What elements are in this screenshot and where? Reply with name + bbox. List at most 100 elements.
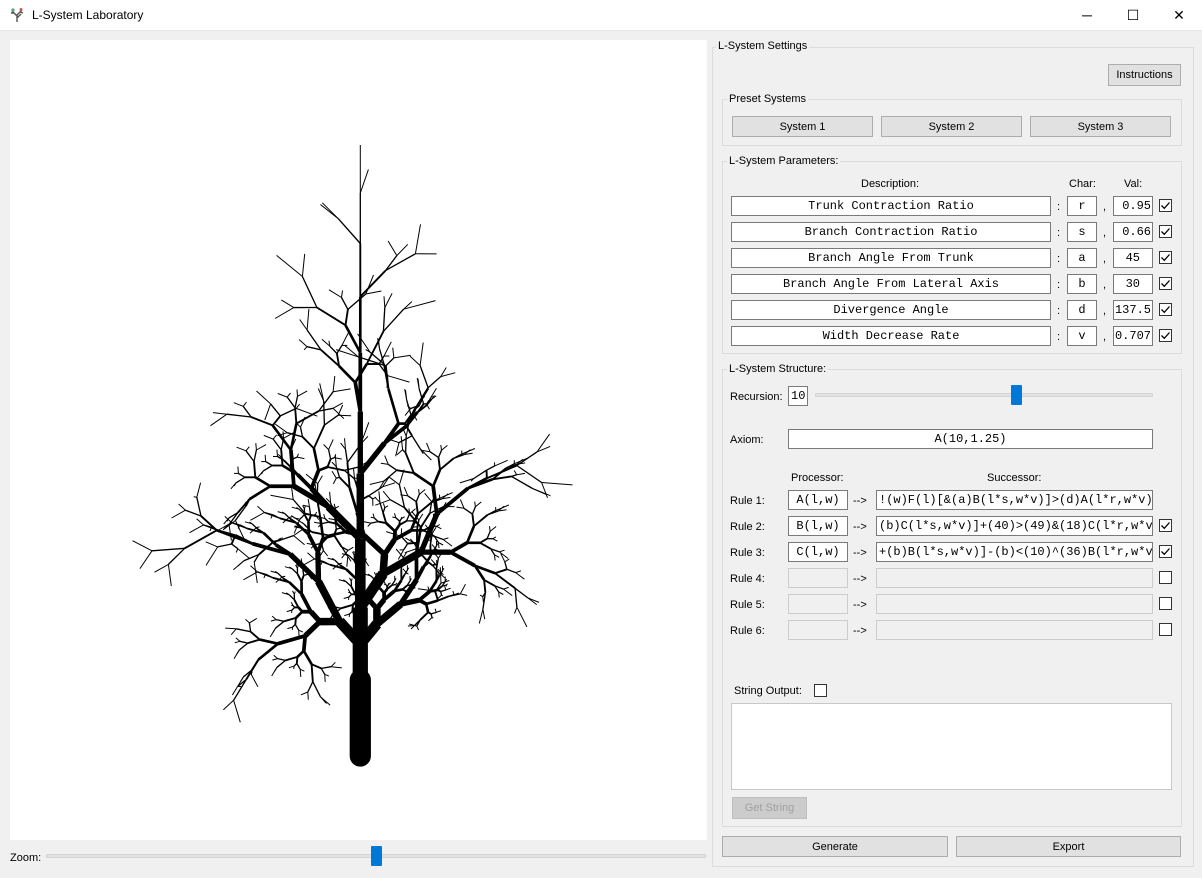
generate-button[interactable]: Generate xyxy=(722,836,948,857)
tree-branch-segment xyxy=(315,552,322,582)
rule-checkbox[interactable] xyxy=(1159,519,1172,532)
tree-branch-segment xyxy=(427,561,434,567)
system-2-button[interactable]: System 2 xyxy=(881,116,1022,137)
param-description-field[interactable]: Branch Angle From Trunk xyxy=(731,248,1051,268)
rule-processor-field[interactable] xyxy=(788,594,848,614)
rule-checkbox[interactable] xyxy=(1159,623,1172,636)
param-val-field[interactable]: 45 xyxy=(1113,248,1153,268)
tree-branch-segment xyxy=(200,515,218,531)
rule-successor-field[interactable] xyxy=(876,620,1153,640)
rule-successor-field[interactable] xyxy=(876,594,1153,614)
rule-successor-field[interactable]: +(b)B(l*s,w*v)]-(b)<(10)^(36)B(l*r,w*v) xyxy=(876,542,1153,562)
param-checkbox[interactable] xyxy=(1159,225,1172,238)
tree-branch-segment xyxy=(256,444,267,451)
tree-branch-segment xyxy=(329,491,332,503)
tree-branch-segment xyxy=(196,518,204,526)
param-char-field[interactable]: b xyxy=(1067,274,1097,294)
tree-branch-segment xyxy=(403,486,409,497)
rule-processor-field[interactable]: B(l,w) xyxy=(788,516,848,536)
rule-successor-field[interactable]: !(w)F(l)[&(a)B(l*s,w*v)]>(d)A(l*r,w*v) xyxy=(876,490,1153,510)
recursion-field[interactable]: 10 xyxy=(788,386,808,406)
tree-branch-segment xyxy=(264,403,272,421)
param-checkbox[interactable] xyxy=(1159,329,1172,342)
tree-branch-segment xyxy=(541,482,548,498)
param-val-field[interactable]: 0.707 xyxy=(1113,326,1153,346)
rule-processor-field[interactable]: A(l,w) xyxy=(788,490,848,510)
param-description-field[interactable]: Divergence Angle xyxy=(731,300,1051,320)
param-char-field[interactable]: a xyxy=(1067,248,1097,268)
rule-checkbox[interactable] xyxy=(1159,571,1172,584)
param-checkbox[interactable] xyxy=(1159,303,1172,316)
tree-branch-segment xyxy=(503,588,513,597)
tree-branch-segment xyxy=(337,218,361,244)
tree-branch-segment xyxy=(324,674,326,682)
tree-branch-segment xyxy=(139,550,153,569)
param-checkbox[interactable] xyxy=(1159,199,1172,212)
tree-branch-segment xyxy=(515,572,525,580)
recursion-label: Recursion: xyxy=(730,391,783,403)
tree-branch-segment xyxy=(382,490,391,501)
param-val-field[interactable]: 30 xyxy=(1113,274,1153,294)
axiom-field[interactable]: A(10,1.25) xyxy=(788,429,1153,449)
tree-branch-segment xyxy=(231,521,248,530)
tree-branch-segment xyxy=(479,537,488,544)
param-checkbox[interactable] xyxy=(1159,277,1172,290)
tree-branch-segment xyxy=(301,436,315,450)
rule-arrow: --> xyxy=(853,599,867,611)
param-val-field[interactable]: 0.66 xyxy=(1113,222,1153,242)
minimize-button[interactable]: ─ xyxy=(1064,0,1110,30)
tree-branch-segment xyxy=(250,512,265,521)
param-description-field[interactable]: Branch Angle From Lateral Axis xyxy=(731,274,1051,294)
tree-branch-segment xyxy=(385,522,397,533)
tree-branch-segment xyxy=(338,365,357,384)
rule-successor-field[interactable]: (b)C(l*s,w*v)]+(40)>(49)&(18)C(l*r,w*v) xyxy=(876,516,1153,536)
string-output-checkbox[interactable] xyxy=(814,684,827,697)
string-output-textarea[interactable] xyxy=(731,703,1172,790)
system-3-button[interactable]: System 3 xyxy=(1030,116,1171,137)
param-val-field[interactable]: 0.95 xyxy=(1113,196,1153,216)
rule-processor-field[interactable] xyxy=(788,568,848,588)
param-description-field[interactable]: Branch Contraction Ratio xyxy=(731,222,1051,242)
maximize-button[interactable]: ☐ xyxy=(1110,0,1156,30)
param-description-field[interactable]: Width Decrease Rate xyxy=(731,326,1051,346)
tree-branch-segment xyxy=(344,466,359,472)
rule-processor-field[interactable] xyxy=(788,620,848,640)
tree-branch-segment xyxy=(312,681,321,698)
param-char-field[interactable]: s xyxy=(1067,222,1097,242)
window-title: L-System Laboratory xyxy=(32,8,144,22)
rule-checkbox[interactable] xyxy=(1159,597,1172,610)
tree-branch-segment xyxy=(331,470,337,479)
tree-branch-segment xyxy=(328,289,342,298)
tree-branch-segment xyxy=(445,584,448,587)
tree-branch-segment xyxy=(274,307,295,319)
param-val-field[interactable]: 137.5 xyxy=(1113,300,1153,320)
recursion-slider-handle[interactable] xyxy=(1011,385,1022,405)
tree-branch-segment xyxy=(332,477,337,485)
param-description-field[interactable]: Trunk Contraction Ratio xyxy=(731,196,1051,216)
zoom-slider[interactable] xyxy=(46,846,706,866)
export-button[interactable]: Export xyxy=(956,836,1181,857)
param-char-field[interactable]: v xyxy=(1067,326,1097,346)
system-1-button[interactable]: System 1 xyxy=(732,116,873,137)
get-string-button[interactable]: Get String xyxy=(732,797,807,819)
tree-branch-segment xyxy=(383,341,392,357)
rule-successor-field[interactable] xyxy=(876,568,1153,588)
param-char-field[interactable]: r xyxy=(1067,196,1097,216)
instructions-button[interactable]: Instructions xyxy=(1108,64,1181,86)
tree-branch-segment xyxy=(321,338,331,347)
tree-branch-segment xyxy=(270,403,281,417)
close-button[interactable]: ✕ xyxy=(1156,0,1202,30)
recursion-slider[interactable] xyxy=(815,385,1153,405)
rule-checkbox[interactable] xyxy=(1159,545,1172,558)
param-checkbox[interactable] xyxy=(1159,251,1172,264)
checkmark-icon xyxy=(1161,306,1170,314)
zoom-slider-handle[interactable] xyxy=(370,846,382,866)
tree-branch-segment xyxy=(430,611,437,615)
tree-canvas[interactable] xyxy=(10,40,707,840)
param-char-field[interactable]: d xyxy=(1067,300,1097,320)
tree-branch-segment xyxy=(298,629,304,633)
string-output-label: String Output: xyxy=(734,685,802,697)
tree-branch-segment xyxy=(329,345,338,354)
tree-branch-segment xyxy=(428,617,433,622)
rule-processor-field[interactable]: C(l,w) xyxy=(788,542,848,562)
